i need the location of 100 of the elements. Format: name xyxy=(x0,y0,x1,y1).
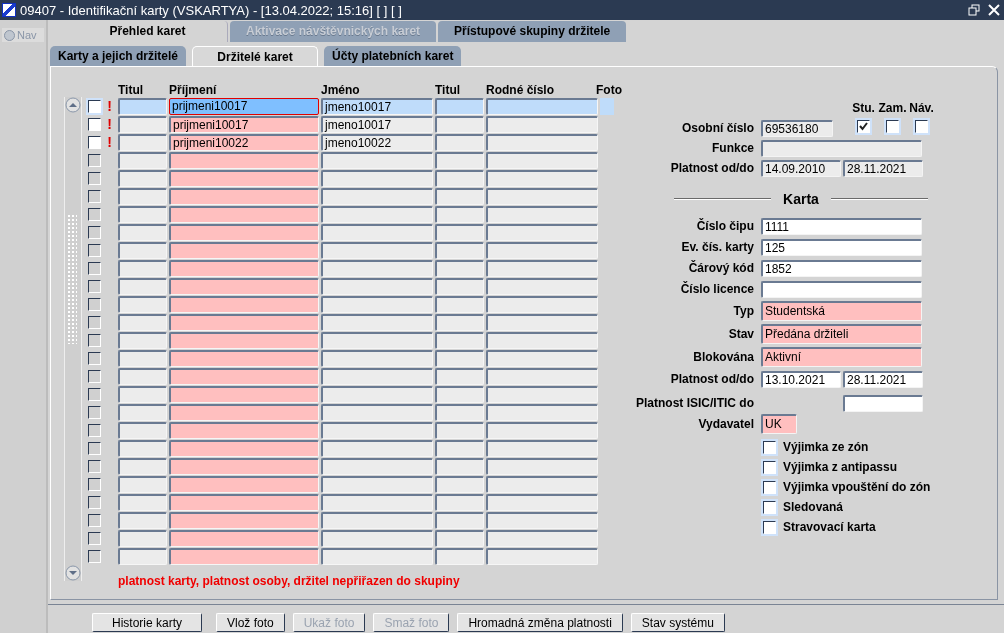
table-cell[interactable] xyxy=(321,475,433,493)
table-cell[interactable] xyxy=(486,511,598,529)
button[interactable]: Stav systému xyxy=(630,613,725,632)
input-field[interactable]: 14.09.2010 xyxy=(761,159,841,177)
table-cell[interactable] xyxy=(321,547,433,565)
table-cell[interactable] xyxy=(169,349,319,367)
table-cell[interactable] xyxy=(486,97,598,115)
table-cell[interactable] xyxy=(486,115,598,133)
table-cell[interactable] xyxy=(435,205,484,223)
table-cell[interactable] xyxy=(435,259,484,277)
table-cell[interactable] xyxy=(435,439,484,457)
table-cell[interactable] xyxy=(435,511,484,529)
table-cell[interactable] xyxy=(321,151,433,169)
table-cell[interactable] xyxy=(321,421,433,439)
checkbox[interactable] xyxy=(763,520,776,534)
table-cell[interactable] xyxy=(169,313,319,331)
table-cell[interactable] xyxy=(169,241,319,259)
table-cell[interactable] xyxy=(435,115,484,133)
tab[interactable]: Přístupové skupiny držitele xyxy=(438,21,627,42)
table-cell[interactable] xyxy=(118,133,167,151)
table-cell[interactable] xyxy=(169,151,319,169)
table-cell[interactable] xyxy=(118,115,167,133)
table-cell[interactable] xyxy=(435,223,484,241)
table-cell[interactable] xyxy=(321,259,433,277)
table-cell[interactable] xyxy=(321,241,433,259)
table-cell[interactable] xyxy=(486,133,598,151)
input-field[interactable]: Studentská xyxy=(761,301,922,321)
table-cell[interactable] xyxy=(435,529,484,547)
table-cell[interactable] xyxy=(486,241,598,259)
input-field[interactable]: Aktivní xyxy=(761,347,922,367)
table-cell[interactable] xyxy=(321,331,433,349)
table-cell[interactable] xyxy=(435,241,484,259)
button[interactable]: Hromadná změna platnosti xyxy=(457,613,623,632)
checkbox[interactable] xyxy=(763,460,776,474)
row-checkbox[interactable] xyxy=(88,117,101,131)
table-cell[interactable] xyxy=(435,457,484,475)
table-cell[interactable] xyxy=(321,403,433,421)
table-cell[interactable] xyxy=(169,457,319,475)
input-field[interactable]: 1111 xyxy=(761,217,922,235)
table-cell[interactable] xyxy=(321,457,433,475)
table-cell[interactable] xyxy=(486,313,598,331)
table-cell[interactable] xyxy=(486,331,598,349)
table-cell[interactable] xyxy=(321,529,433,547)
table-cell[interactable] xyxy=(486,385,598,403)
table-cell[interactable] xyxy=(486,151,598,169)
table-cell[interactable] xyxy=(486,187,598,205)
table-cell[interactable] xyxy=(321,205,433,223)
table-cell[interactable] xyxy=(435,313,484,331)
input-field[interactable]: 125 xyxy=(761,238,922,256)
table-cell[interactable]: prijmeni10017 xyxy=(169,97,319,115)
table-cell[interactable] xyxy=(321,493,433,511)
table-cell[interactable] xyxy=(169,511,319,529)
input-field[interactable]: 28.11.2021 xyxy=(843,159,923,177)
table-cell[interactable] xyxy=(169,385,319,403)
table-cell[interactable] xyxy=(321,385,433,403)
input-field[interactable]: 13.10.2021 xyxy=(761,370,841,388)
table-cell[interactable] xyxy=(435,151,484,169)
input-field[interactable]: UK xyxy=(761,414,797,434)
table-cell[interactable] xyxy=(169,205,319,223)
role-checkbox[interactable] xyxy=(857,119,870,133)
table-cell[interactable] xyxy=(321,313,433,331)
table-cell[interactable] xyxy=(169,295,319,313)
input-field[interactable] xyxy=(761,280,922,298)
table-cell[interactable] xyxy=(435,97,484,115)
table-cell[interactable] xyxy=(169,223,319,241)
restore-icon[interactable] xyxy=(968,4,980,16)
table-cell[interactable] xyxy=(435,295,484,313)
table-cell[interactable] xyxy=(169,331,319,349)
table-cell[interactable] xyxy=(486,295,598,313)
table-cell[interactable] xyxy=(169,547,319,565)
table-cell[interactable] xyxy=(435,547,484,565)
table-cell[interactable]: jmeno10017 xyxy=(321,97,433,115)
table-cell[interactable] xyxy=(321,169,433,187)
table-cell[interactable] xyxy=(169,421,319,439)
table-cell[interactable] xyxy=(169,277,319,295)
table-cell[interactable] xyxy=(486,475,598,493)
table-cell[interactable] xyxy=(435,331,484,349)
table-cell[interactable]: jmeno10017 xyxy=(321,115,433,133)
role-checkbox[interactable] xyxy=(915,119,928,133)
tab[interactable]: Držitelé karet xyxy=(192,46,319,66)
button[interactable]: Historie karty xyxy=(92,613,202,632)
table-cell[interactable] xyxy=(169,529,319,547)
table-cell[interactable] xyxy=(169,439,319,457)
table-cell[interactable] xyxy=(321,295,433,313)
table-cell[interactable] xyxy=(435,277,484,295)
table-cell[interactable] xyxy=(169,367,319,385)
table-cell[interactable] xyxy=(321,187,433,205)
close-icon[interactable] xyxy=(988,4,1000,16)
table-cell[interactable] xyxy=(486,169,598,187)
row-checkbox[interactable] xyxy=(88,135,101,149)
scroll-grip-icon[interactable] xyxy=(67,214,77,344)
input-field[interactable] xyxy=(761,139,922,157)
table-cell[interactable] xyxy=(435,187,484,205)
table-cell[interactable] xyxy=(321,223,433,241)
table-cell[interactable] xyxy=(321,439,433,457)
scroll-up-icon[interactable] xyxy=(65,97,81,113)
table-cell[interactable] xyxy=(321,511,433,529)
table-cell[interactable] xyxy=(486,529,598,547)
checkbox[interactable] xyxy=(763,440,776,454)
input-field[interactable]: 28.11.2021 xyxy=(843,370,923,388)
